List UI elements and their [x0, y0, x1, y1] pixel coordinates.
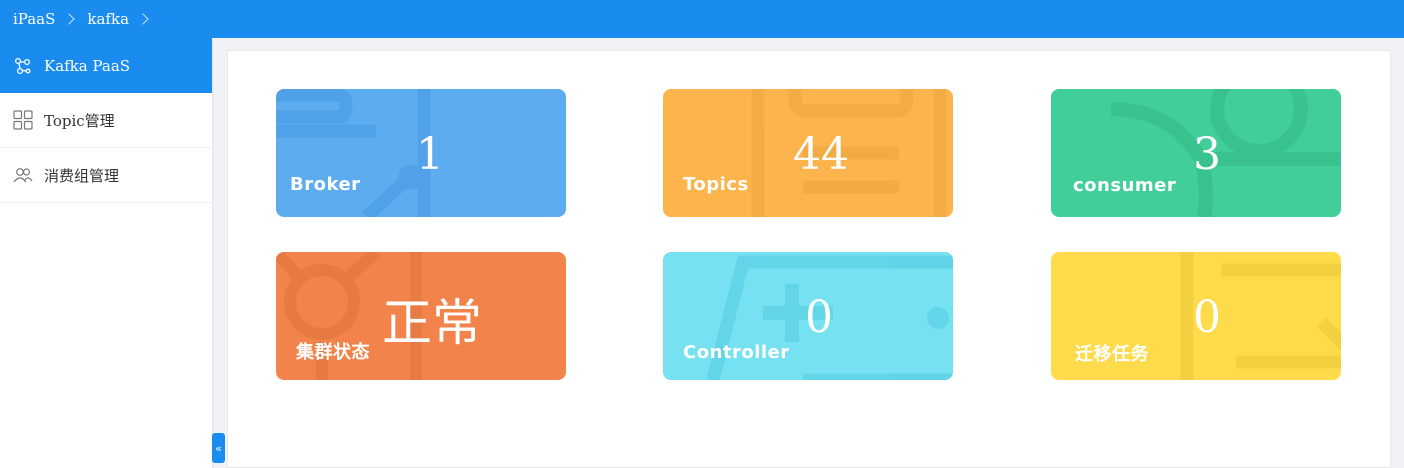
sidebar-item-kafka-paas[interactable]: Kafka PaaS [0, 38, 212, 93]
sidebar-item-topic[interactable]: Topic管理 [0, 93, 212, 148]
main-content: Broker 1 Topics 44 consumer 3 集群状态 正常 Co… [227, 50, 1391, 468]
stat-card-value: 0 [1193, 292, 1221, 343]
breadcrumb-item-kafka[interactable]: kafka [87, 10, 129, 28]
sidebar-item-consumer-group[interactable]: 消费组管理 [0, 148, 212, 203]
chevron-right-icon [63, 13, 76, 25]
stat-card-cluster-status[interactable]: 集群状态 正常 [276, 252, 566, 380]
stat-card-label: 迁移任务 [1075, 344, 1149, 365]
stat-card-topics[interactable]: Topics 44 [663, 89, 953, 217]
stat-card-value: 0 [805, 292, 833, 343]
stat-card-broker[interactable]: Broker 1 [276, 89, 566, 217]
stat-card-label: 集群状态 [296, 342, 370, 363]
cluster-icon [13, 56, 33, 76]
collapse-sidebar-button[interactable]: « [212, 433, 225, 463]
users-icon [13, 165, 33, 185]
sidebar-item-label: Kafka PaaS [44, 56, 131, 75]
sidebar-item-label: Topic管理 [44, 111, 115, 130]
stat-card-value: 1 [416, 129, 444, 180]
stat-card-controller[interactable]: Controller 0 [663, 252, 953, 380]
stat-card-migration[interactable]: 迁移任务 0 [1051, 252, 1341, 380]
sidebar-item-label: 消费组管理 [44, 166, 120, 185]
stat-card-label: Controller [683, 342, 790, 363]
chevron-right-icon [137, 13, 149, 25]
stat-card-value: 正常 [382, 294, 482, 352]
breadcrumb-item-ipaas[interactable]: iPaaS [13, 10, 55, 28]
stat-card-label: Topics [683, 174, 749, 195]
stat-card-label: consumer [1073, 175, 1177, 196]
sidebar: Kafka PaaS Topic管理 消费组管理 [0, 38, 213, 468]
stat-card-value: 44 [793, 129, 849, 180]
stat-card-value: 3 [1193, 129, 1221, 180]
stat-card-label: Broker [290, 174, 361, 195]
grid-icon [13, 110, 33, 130]
breadcrumb-bar: iPaaS kafka [0, 0, 1404, 38]
stat-card-consumer[interactable]: consumer 3 [1051, 89, 1341, 217]
